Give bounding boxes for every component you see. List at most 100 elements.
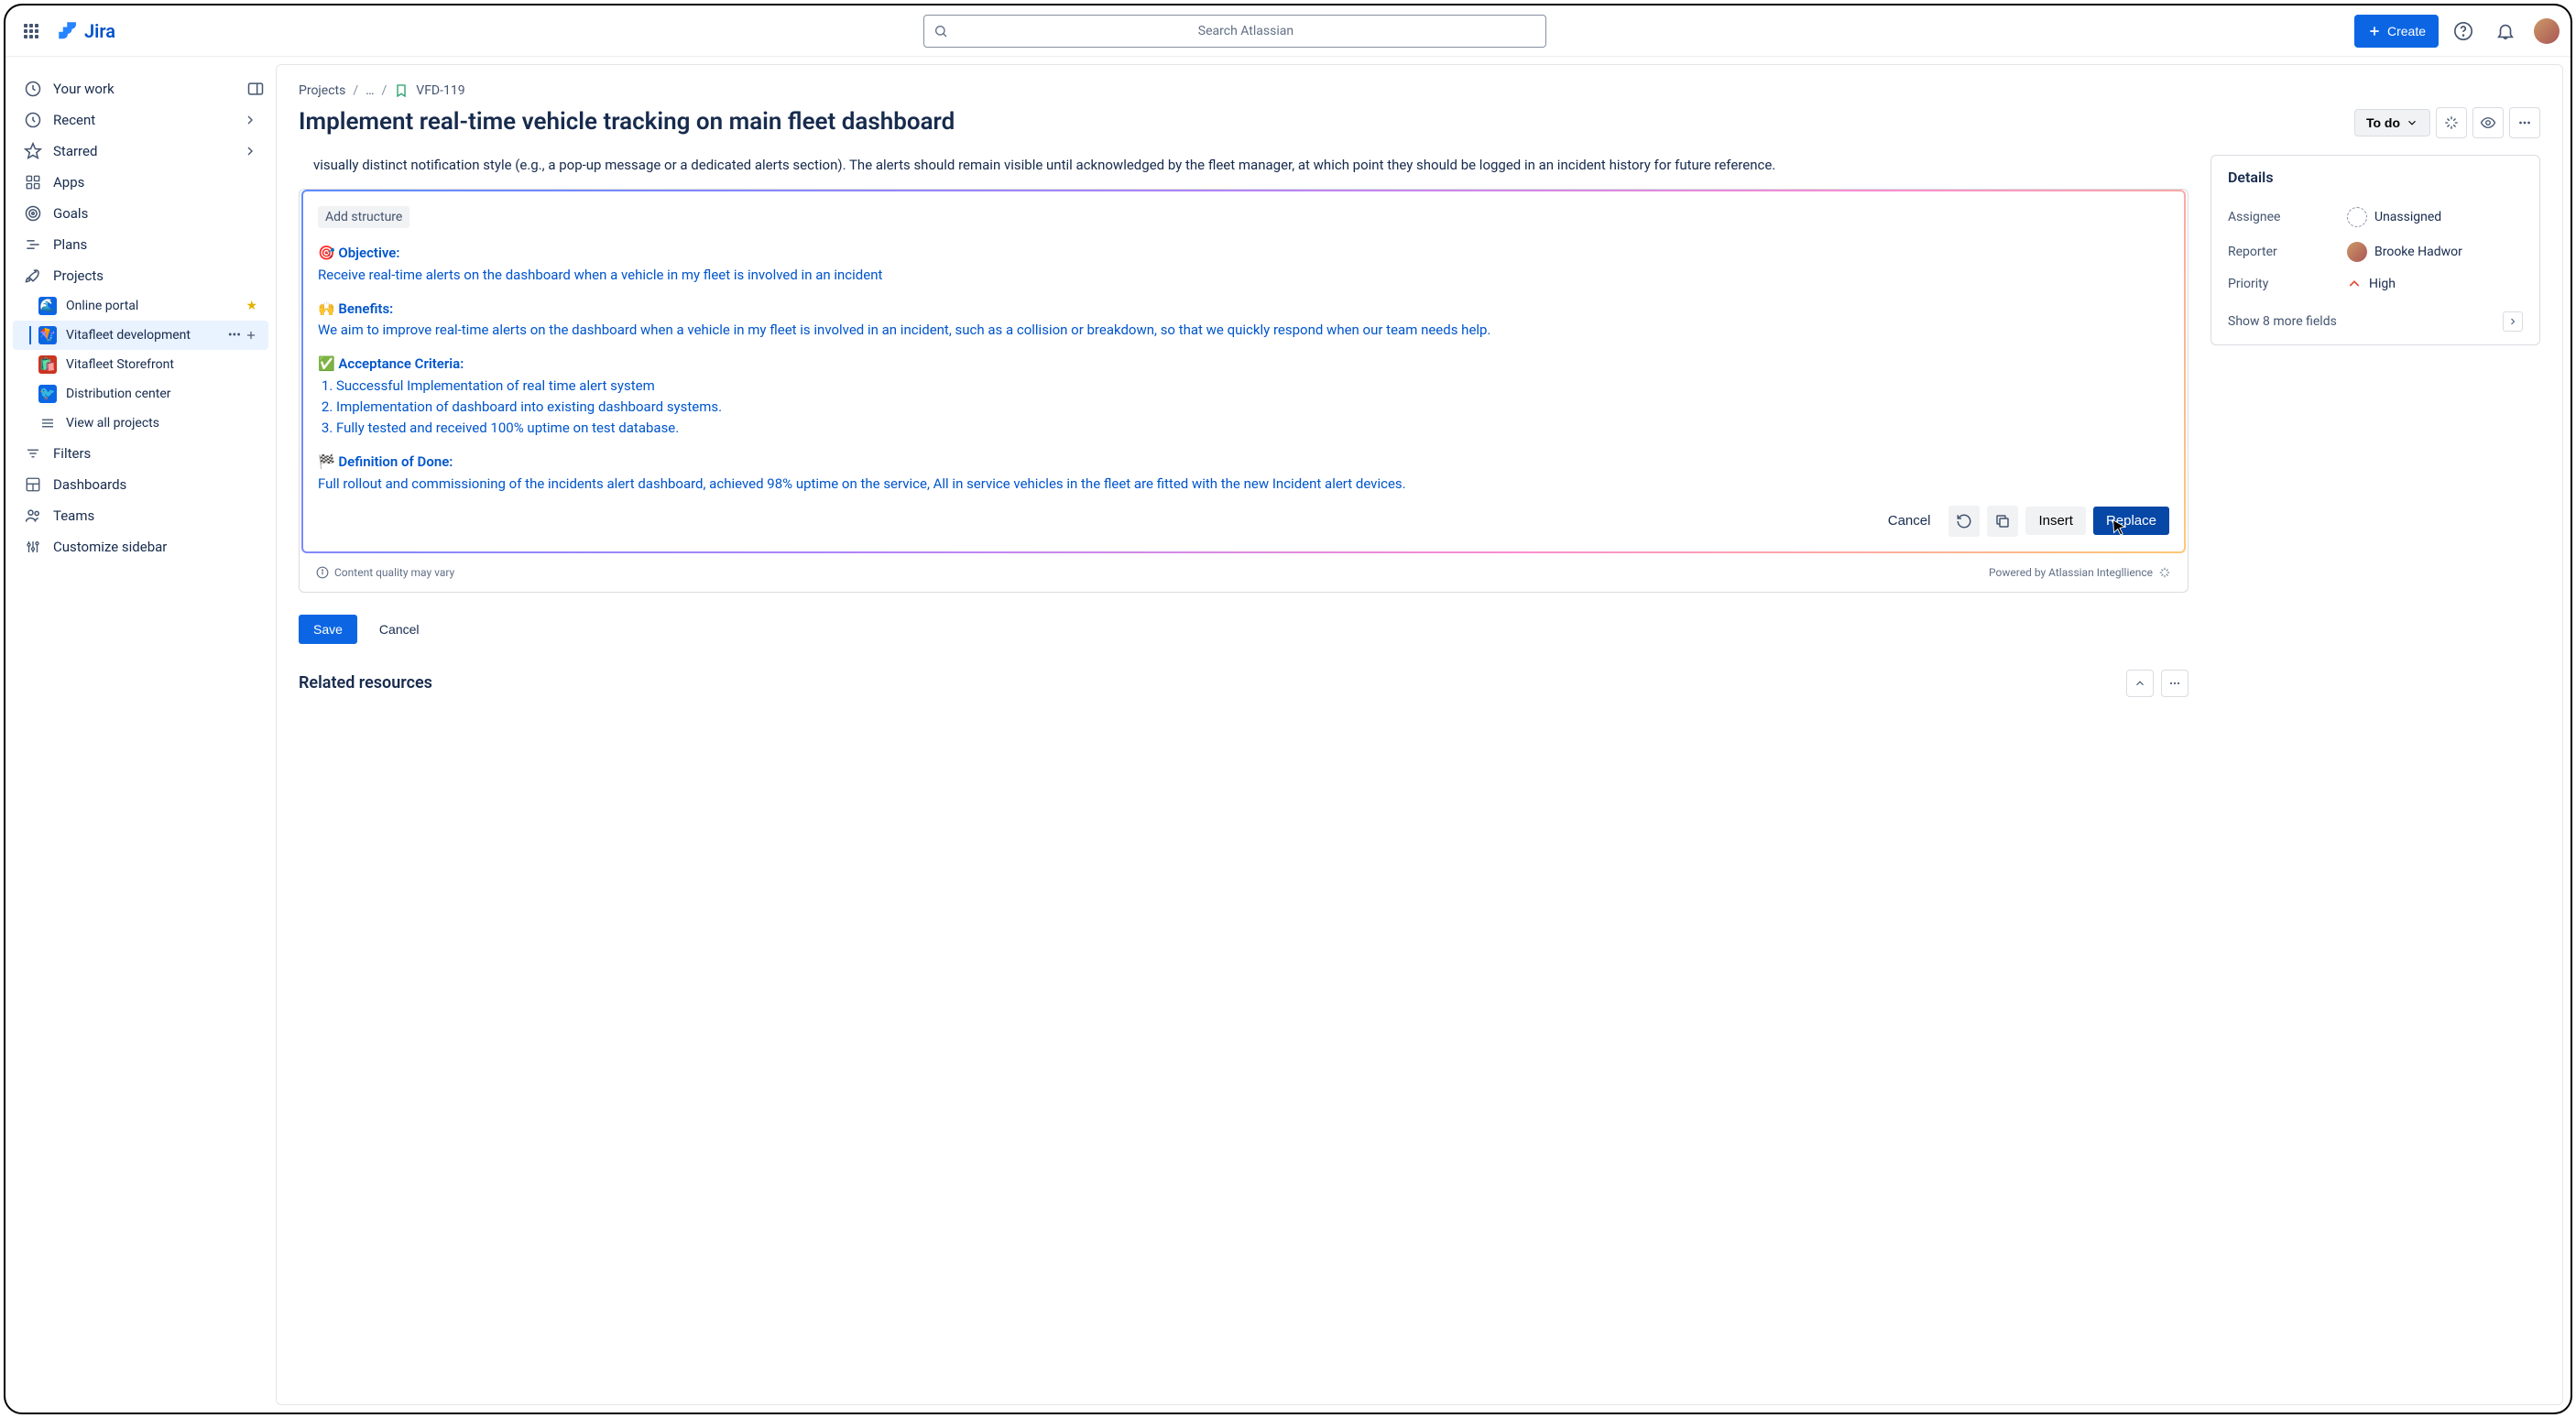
acceptance-item: Implementation of dashboard into existin… [336,397,2169,418]
ai-panel-container: Add structure 🎯 Objective: Receive real-… [299,189,2189,593]
page-title: Implement real-time vehicle tracking on … [299,107,2340,137]
project-label: Vitafleet development [66,328,191,343]
ai-action-chip[interactable]: Add structure [318,206,409,228]
project-vitafleet-dev[interactable]: 🪁 Vitafleet development ••• [13,321,268,350]
sidebar-item-your-work[interactable]: Your work [13,73,243,104]
replace-label: Replace [2106,513,2156,529]
breadcrumb: Projects / … / VFD-119 [299,83,2540,98]
sidebar-label: Your work [53,81,115,97]
chevron-right-icon [2503,311,2523,332]
ai-cancel-button[interactable]: Cancel [1877,507,1942,535]
plans-icon [24,235,42,254]
notifications-button[interactable] [2492,17,2519,45]
sidebar-label: Teams [53,507,94,524]
acceptance-label: ✅ Acceptance Criteria: [318,355,464,372]
sidebar-item-dashboards[interactable]: Dashboards [13,469,268,500]
cancel-button[interactable]: Cancel [365,615,434,644]
priority-label: Priority [2228,277,2347,291]
ai-disclaimer: Content quality may vary [334,566,454,579]
project-label: Vitafleet Storefront [66,357,174,372]
detail-priority[interactable]: Priority High [2211,269,2539,299]
show-more-label: Show 8 more fields [2228,314,2337,329]
project-icon: 🌊 [38,297,57,315]
objective-label: 🎯 Objective: [318,245,399,261]
detail-reporter[interactable]: Reporter Brooke Hadwor [2211,235,2539,269]
jira-logo[interactable]: Jira [57,20,115,42]
chevron-down-icon [2406,116,2418,129]
retry-icon [1956,513,1972,529]
user-avatar[interactable] [2534,18,2560,44]
more-actions-button[interactable] [2509,107,2540,138]
sidebar-item-teams[interactable]: Teams [13,500,268,531]
jira-logo-text: Jira [84,20,115,42]
ai-button[interactable] [2436,107,2467,138]
copy-icon [1994,513,2011,529]
collapse-button[interactable] [2126,670,2154,697]
show-more-fields[interactable]: Show 8 more fields [2211,299,2539,344]
sidebar-item-filters[interactable]: Filters [13,438,268,469]
ai-powered-by: Powered by Atlassian Integllience [1989,566,2153,579]
more-icon [2516,115,2533,131]
clock-icon [24,80,42,98]
search-icon [933,24,948,38]
ai-copy-button[interactable] [1987,506,2018,537]
rocket-icon [24,267,42,285]
view-all-projects[interactable]: View all projects [13,409,268,438]
sidebar-item-recent[interactable]: Recent [13,104,268,136]
project-vitafleet-storefront[interactable]: 🛍️ Vitafleet Storefront [13,350,268,379]
sidebar-item-customize[interactable]: Customize sidebar [13,531,268,562]
sidebar-label: Plans [53,236,87,253]
breadcrumb-issue-key[interactable]: VFD-119 [416,83,464,98]
sidebar-item-apps[interactable]: Apps [13,167,268,198]
details-panel: Details Assignee Unassigned Reporter Bro… [2210,155,2540,345]
panel-toggle-icon[interactable] [243,76,268,102]
sidebar-label: Customize sidebar [53,539,167,555]
info-icon [316,566,329,579]
project-icon: 🪁 [38,326,57,344]
breadcrumb-sep: / [353,83,358,98]
help-button[interactable] [2450,17,2477,45]
watch-button[interactable] [2472,107,2504,138]
save-button[interactable]: Save [299,615,357,644]
related-resources-heading: Related resources [299,673,2119,693]
ai-insert-button[interactable]: Insert [2025,507,2086,535]
create-label: Create [2387,24,2426,38]
ai-replace-button[interactable]: Replace [2093,507,2169,535]
project-distribution-center[interactable]: 🐦 Distribution center [13,379,268,409]
sidebar-label: Recent [53,112,95,128]
more-icon[interactable]: ••• [228,328,241,343]
ai-retry-button[interactable] [1948,506,1980,537]
app-switcher-icon[interactable] [16,16,46,46]
sidebar-item-plans[interactable]: Plans [13,229,268,260]
project-online-portal[interactable]: 🌊 Online portal ★ [13,291,268,321]
filter-icon [24,444,42,463]
chevron-right-icon [243,144,257,158]
sidebar-item-projects[interactable]: Projects [13,260,268,291]
breadcrumb-ellipsis[interactable]: … [366,83,374,98]
breadcrumb-projects[interactable]: Projects [299,83,345,98]
related-more-button[interactable] [2161,670,2189,697]
sidebar-label: Goals [53,205,88,222]
plus-icon[interactable] [245,329,257,342]
history-icon [24,111,42,129]
view-all-label: View all projects [66,416,159,431]
sidebar: Your work Recent Starred Apps Goals [5,57,276,1413]
status-button[interactable]: To do [2354,109,2430,136]
more-icon [2167,676,2182,691]
detail-assignee[interactable]: Assignee Unassigned [2211,200,2539,235]
eye-icon [2480,115,2496,131]
dashboard-icon [24,475,42,494]
benefits-text: We aim to improve real-time alerts on th… [318,322,1490,338]
star-filled-icon[interactable]: ★ [246,299,257,313]
ai-suggestion-panel: Add structure 🎯 Objective: Receive real-… [301,190,2186,553]
sidebar-label: Apps [53,174,84,191]
chevron-up-icon [2134,677,2146,690]
chevron-right-icon [243,113,257,127]
search-input[interactable]: Search Atlassian [923,15,1546,48]
sidebar-item-starred[interactable]: Starred [13,136,268,167]
sidebar-label: Projects [53,267,104,284]
acceptance-item: Successful Implementation of real time a… [336,376,2169,397]
unassigned-avatar-icon [2347,207,2367,227]
sidebar-item-goals[interactable]: Goals [13,198,268,229]
create-button[interactable]: Create [2354,15,2439,48]
